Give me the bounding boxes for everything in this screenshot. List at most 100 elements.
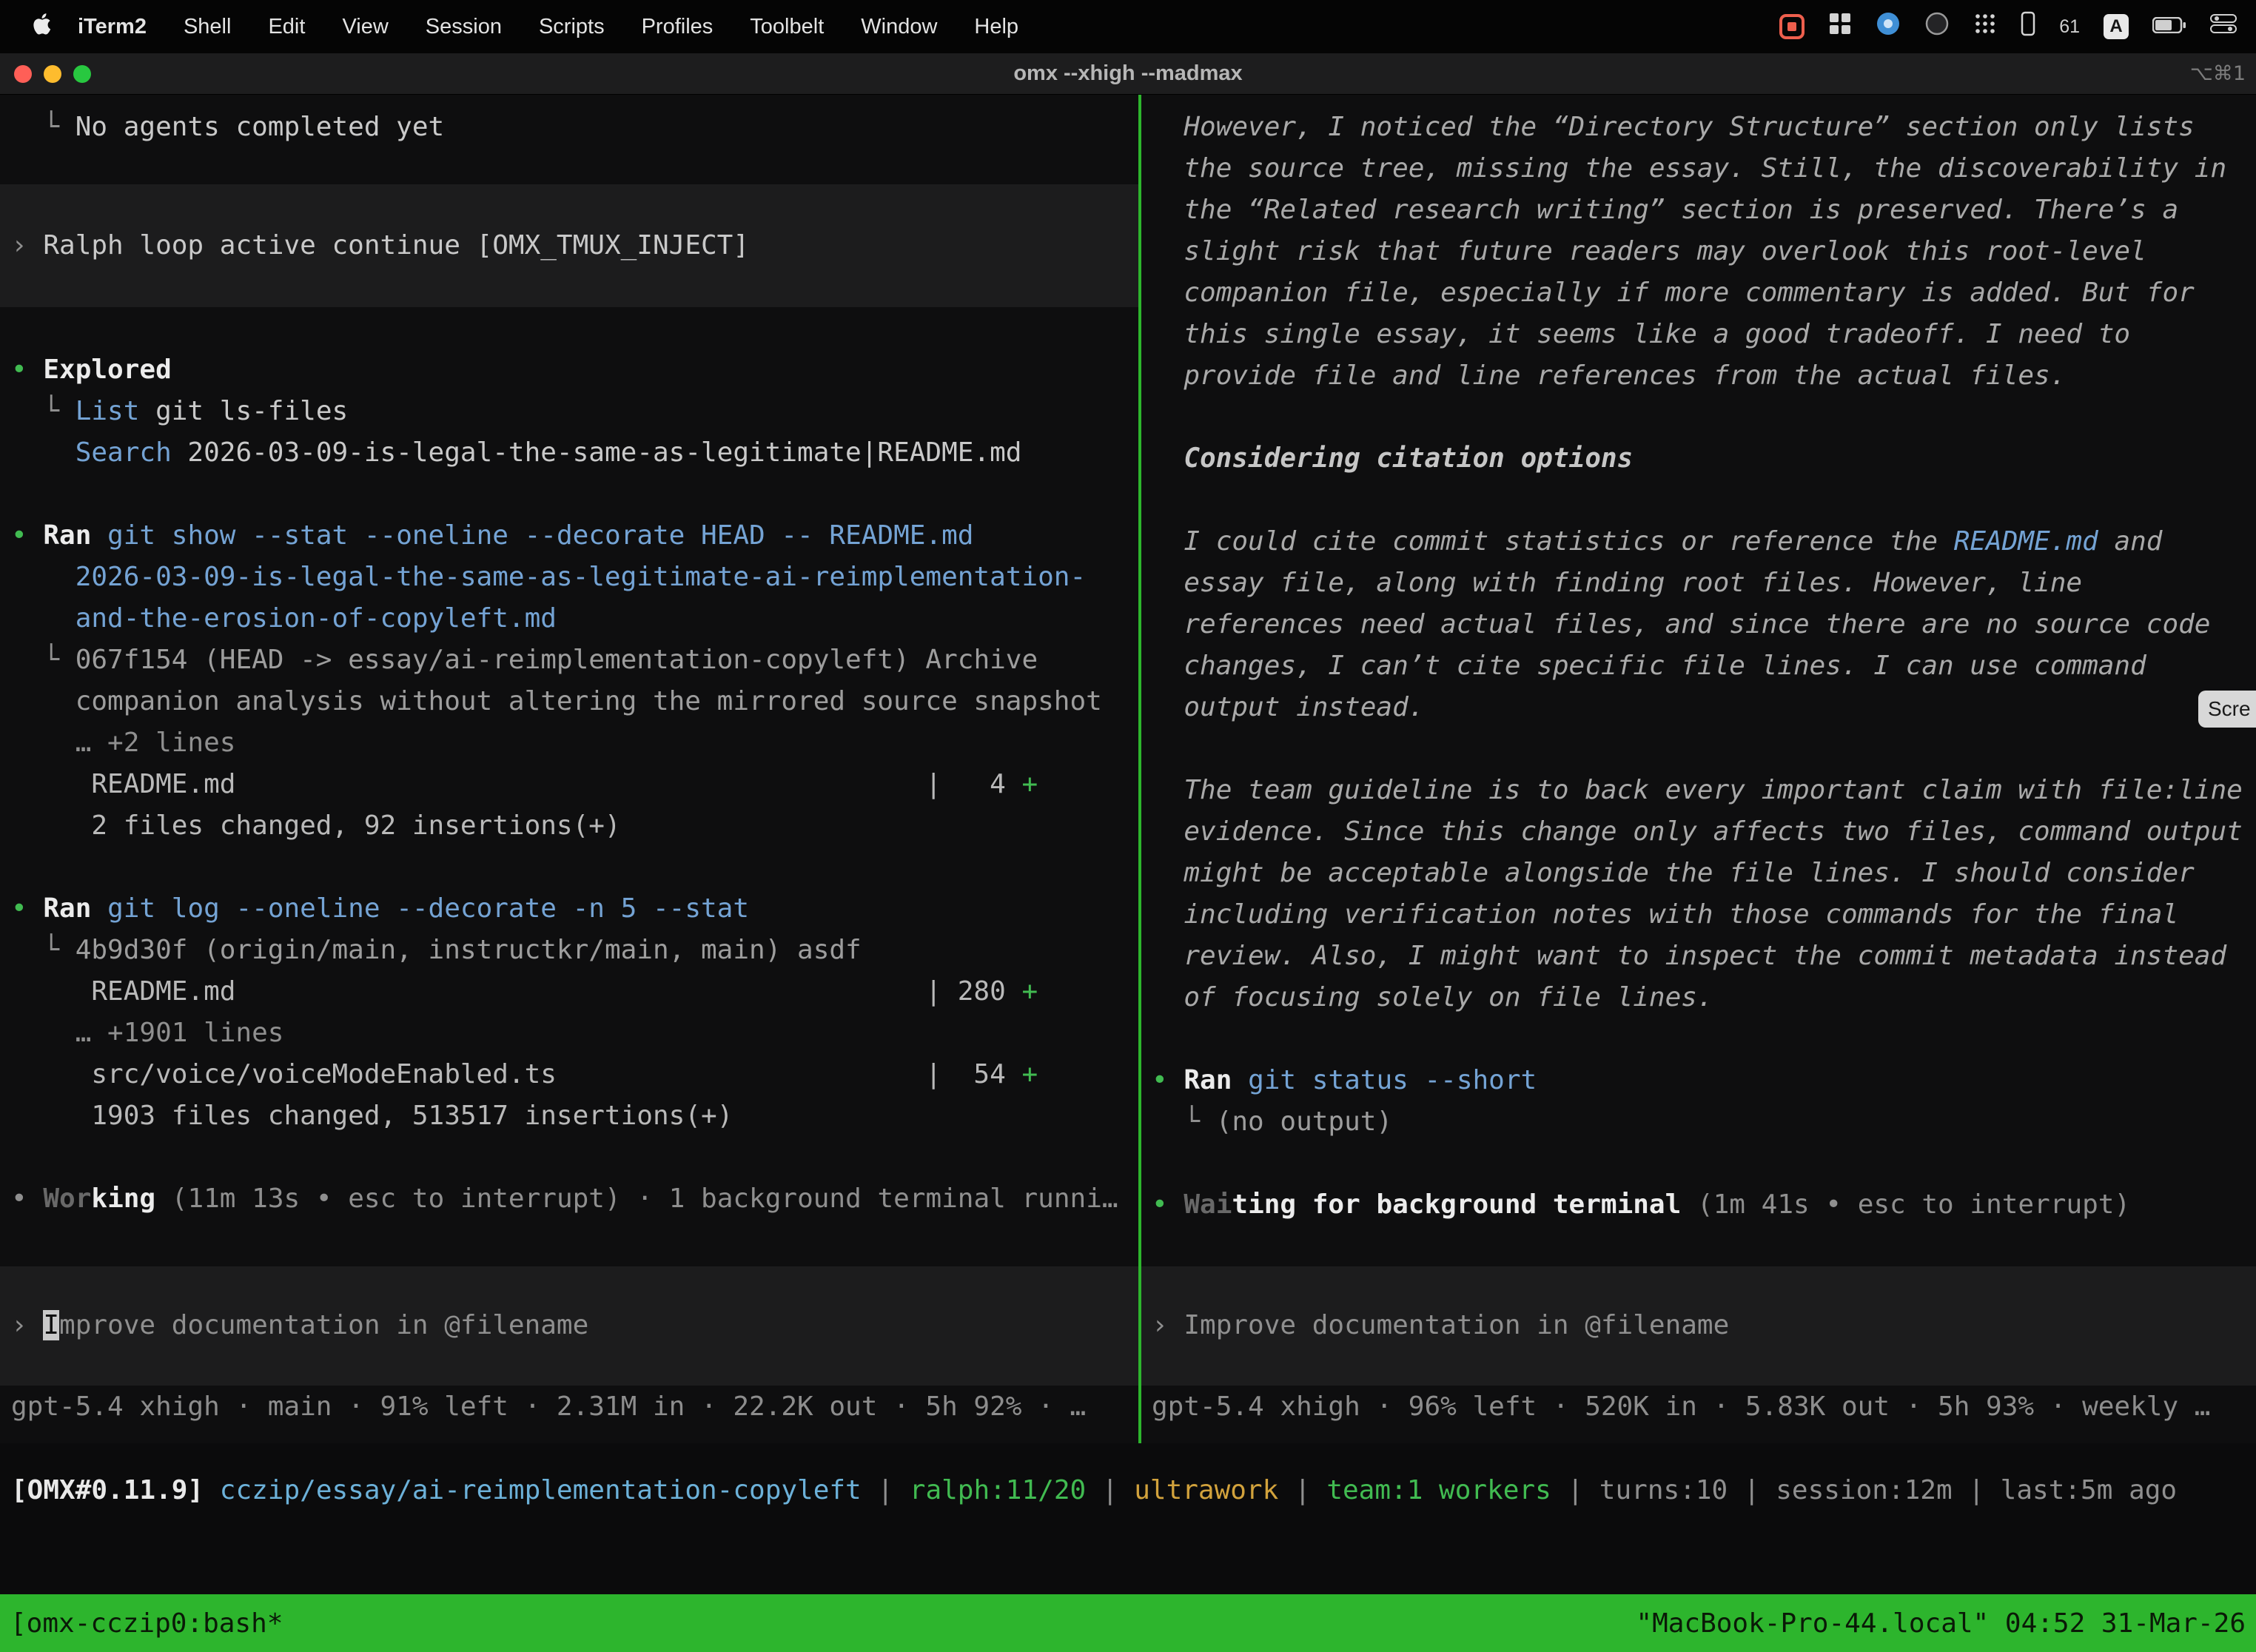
text-segment: team:1 workers [1326,1475,1551,1505]
text-segment: the “Related research writing” section i… [1152,195,2178,225]
text-segment: git ls-files [139,396,348,426]
text-segment [155,1183,172,1214]
text-segment: README.md [1954,526,2098,557]
terminal-line: and-the-erosion-of-copyleft.md [0,598,1138,639]
menu-item-toolbelt[interactable]: Toolbelt [731,15,842,38]
text-segment: + [1021,769,1038,799]
prompt-input-left[interactable]: › Improve documentation in @filename [0,1266,1138,1386]
record-stop-icon[interactable] [1779,14,1805,39]
terminal-line: review. Also, I might want to inspect th… [1141,936,2256,977]
terminal-panes: └ No agents completed yet › Ralph loop a… [0,95,2256,1443]
terminal-line: • Explored [0,349,1138,391]
prompt-input-right[interactable]: › Improve documentation in @filename [1141,1266,2256,1386]
text-segment: Wor [43,1183,91,1214]
terminal-line [1141,1143,2256,1184]
menu-app-name[interactable]: iTerm2 [59,15,165,39]
text-segment: references need actual files, and since … [1152,609,2210,639]
terminal-line: └ List git ls-files [0,391,1138,432]
close-window-button[interactable] [14,65,32,83]
menu-item-profiles[interactable]: Profiles [623,15,732,38]
terminal-line: companion analysis without altering the … [0,681,1138,722]
text-segment: • [11,893,43,924]
blue-app-icon[interactable] [1876,11,1901,42]
input-source-icon[interactable]: A [2104,14,2129,39]
text-segment: git show --stat --oneline --decorate HEA… [107,520,973,551]
terminal-line: … +2 lines [0,722,1138,764]
text-segment [91,520,107,551]
text-segment: turns:10 [1599,1475,1728,1505]
text-segment: └ [1152,1107,1216,1137]
terminal-line: provide file and line references from th… [1141,355,2256,397]
screen-share-button[interactable]: Scre [2198,691,2256,728]
menu-bar-left: iTerm2 ShellEditViewSessionScriptsProfil… [22,10,1037,43]
terminal-line: └ (no output) [1141,1101,2256,1143]
terminal-line: • Ran git status --short [1141,1060,2256,1101]
text-segment: … +2 lines [11,728,235,758]
text-segment: provide file and line references from th… [1152,360,2066,391]
dark-app-icon[interactable] [1924,11,1950,42]
text-segment: cczip/essay/ai-reimplementation-copyleft [220,1475,862,1505]
text-segment: | [1728,1475,1776,1505]
menu-item-window[interactable]: Window [842,15,956,38]
terminal-line: references need actual files, and since … [1141,604,2256,645]
pane-left-output: • Explored └ List git ls-files Search 20… [0,349,1138,1220]
grid-icon[interactable] [1828,12,1852,41]
inject-banner: › Ralph loop active continue [OMX_TMUX_I… [0,184,1138,307]
window-title: omx --xhigh --madmax [0,61,2256,86]
text-cursor: I [43,1310,59,1340]
menu-item-help[interactable]: Help [956,15,1037,38]
menu-bar-status-icons: 61 A [1779,11,2237,42]
device-icon[interactable] [2021,11,2035,42]
banner-prompt: › [11,230,43,261]
terminal-line [1141,397,2256,438]
text-segment: · 1 background terminal runni… [621,1183,1118,1214]
menu-item-edit[interactable]: Edit [249,15,323,38]
text-segment: the source tree, missing the essay. Stil… [1152,153,2226,184]
text-segment: README.md | 280 [11,976,1021,1007]
minimize-window-button[interactable] [44,65,61,83]
text-segment: | [1953,1475,2001,1505]
menu-item-shell[interactable]: Shell [165,15,250,38]
text-segment: slight risk that future readers may over… [1152,236,2146,266]
banner-text: Ralph loop active continue [OMX_TMUX_INJ… [43,230,749,261]
terminal-line: src/voice/voiceModeEnabled.ts | 54 + [0,1054,1138,1095]
text-segment: companion file, especially if more comme… [1152,278,2195,308]
menu-bar: iTerm2 ShellEditViewSessionScriptsProfil… [0,0,2256,53]
terminal-line: … +1901 lines [0,1013,1138,1054]
terminal-line: might be acceptable alongside the file l… [1141,853,2256,894]
terminal-line [0,847,1138,888]
battery-icon[interactable] [2152,15,2186,39]
apple-menu[interactable] [22,10,59,43]
terminal-pane-right[interactable]: However, I noticed the “Directory Struct… [1141,95,2256,1443]
menu-item-view[interactable]: View [323,15,406,38]
text-segment: Wai [1184,1189,1232,1220]
text-segment: (1m 41s • esc to interrupt) [1697,1189,2130,1220]
text-segment: 2 files changed, 92 insertions(+) [11,810,621,841]
text-segment: README.md | 4 [11,769,1021,799]
terminal-line: including verification notes with those … [1141,894,2256,936]
tmux-host-clock: "MacBook-Pro-44.local" 04:52 31-Mar-26 [1636,1608,2246,1639]
terminal-pane-left[interactable]: └ No agents completed yet › Ralph loop a… [0,95,1138,1443]
zoom-window-button[interactable] [73,65,91,83]
tmux-status-bar: [omx-cczip0:bash* "MacBook-Pro-44.local"… [0,1594,2256,1652]
battery-percentage[interactable]: 61 [2059,16,2080,38]
text-segment: List [75,396,140,426]
text-segment: 2026-03-09-is-legal-the-same-as-legitima… [172,437,1022,468]
text-segment: and [2098,526,2163,557]
model-status-right: gpt-5.4 xhigh · 96% left · 520K in · 5.8… [1141,1386,2256,1428]
dots-grid-icon[interactable] [1973,12,1997,41]
text-segment: king [91,1183,155,1214]
menu-item-session[interactable]: Session [407,15,520,38]
control-center-icon[interactable] [2210,14,2237,39]
text-segment: src/voice/voiceModeEnabled.ts | 54 [11,1059,1021,1089]
terminal-line: I could cite commit statistics or refere… [1141,521,2256,563]
terminal-line: The team guideline is to back every impo… [1141,770,2256,811]
menu-item-scripts[interactable]: Scripts [520,15,623,38]
text-segment: • [11,520,43,551]
title-bar: omx --xhigh --madmax ⌥⌘1 [0,53,2256,95]
text-segment: Ran [43,520,91,551]
terminal-line: evidence. Since this change only affects… [1141,811,2256,853]
text-segment: review. Also, I might want to inspect th… [1152,941,2226,971]
text-segment: … +1901 lines [11,1018,283,1048]
text-segment: (11m 13s • esc to interrupt) [172,1183,621,1214]
